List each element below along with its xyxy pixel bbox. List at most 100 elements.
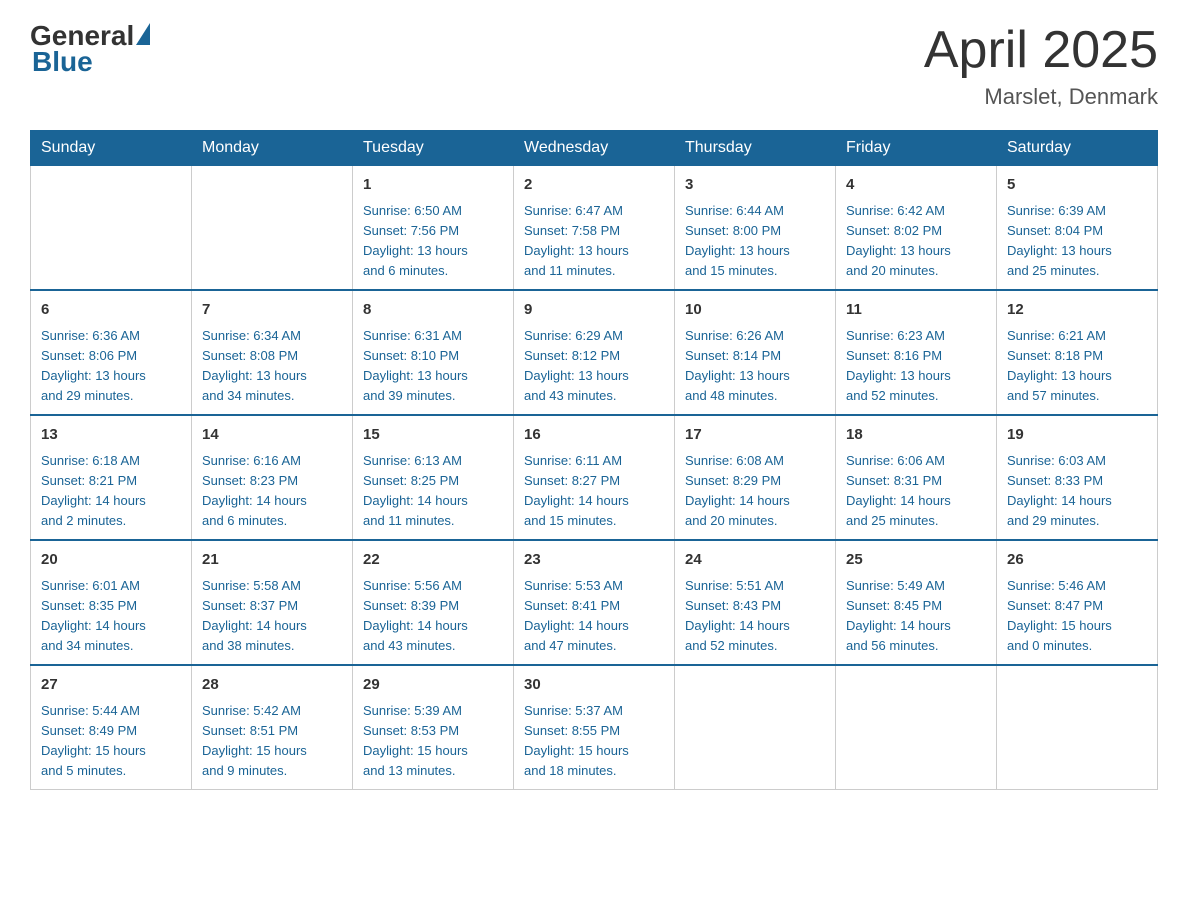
day-number: 11 [846,299,986,322]
calendar-cell: 25 Sunrise: 5:49 AM Sunset: 8:45 PM Dayli… [836,540,997,665]
day-info: Sunrise: 6:18 AM Sunset: 8:21 PM Dayligh… [41,451,181,532]
calendar-cell: 6 Sunrise: 6:36 AM Sunset: 8:06 PM Daylig… [31,290,192,415]
day-number: 3 [685,174,825,197]
day-number: 5 [1007,174,1147,197]
calendar-cell [997,665,1158,790]
calendar-cell [675,665,836,790]
calendar-cell: 1 Sunrise: 6:50 AM Sunset: 7:56 PM Daylig… [353,166,514,291]
day-info: Sunrise: 6:50 AM Sunset: 7:56 PM Dayligh… [363,201,503,282]
day-number: 8 [363,299,503,322]
day-info: Sunrise: 6:06 AM Sunset: 8:31 PM Dayligh… [846,451,986,532]
day-info: Sunrise: 6:31 AM Sunset: 8:10 PM Dayligh… [363,326,503,407]
calendar-cell: 3 Sunrise: 6:44 AM Sunset: 8:00 PM Daylig… [675,166,836,291]
calendar-cell: 17 Sunrise: 6:08 AM Sunset: 8:29 PM Dayli… [675,415,836,540]
calendar-cell: 19 Sunrise: 6:03 AM Sunset: 8:33 PM Dayli… [997,415,1158,540]
weekday-header-tuesday: Tuesday [353,131,514,166]
day-info: Sunrise: 6:42 AM Sunset: 8:02 PM Dayligh… [846,201,986,282]
calendar-cell [192,166,353,291]
page-header: General Blue April 2025 Marslet, Denmark [30,20,1158,110]
title-area: April 2025 Marslet, Denmark [924,20,1158,110]
calendar-table: SundayMondayTuesdayWednesdayThursdayFrid… [30,130,1158,790]
day-number: 10 [685,299,825,322]
day-info: Sunrise: 6:34 AM Sunset: 8:08 PM Dayligh… [202,326,342,407]
day-info: Sunrise: 6:29 AM Sunset: 8:12 PM Dayligh… [524,326,664,407]
day-number: 30 [524,674,664,697]
day-info: Sunrise: 6:23 AM Sunset: 8:16 PM Dayligh… [846,326,986,407]
month-title: April 2025 [924,20,1158,80]
logo-blue-text: Blue [32,46,93,78]
calendar-cell: 12Sunrise: 6:21 AM Sunset: 8:18 PM Dayli… [997,290,1158,415]
calendar-cell: 22 Sunrise: 5:56 AM Sunset: 8:39 PM Dayli… [353,540,514,665]
weekday-header-saturday: Saturday [997,131,1158,166]
day-info: Sunrise: 5:42 AM Sunset: 8:51 PM Dayligh… [202,701,342,782]
day-number: 29 [363,674,503,697]
day-number: 4 [846,174,986,197]
calendar-cell: 5Sunrise: 6:39 AM Sunset: 8:04 PM Daylig… [997,166,1158,291]
calendar-cell: 21 Sunrise: 5:58 AM Sunset: 8:37 PM Dayli… [192,540,353,665]
day-number: 25 [846,549,986,572]
calendar-cell: 29 Sunrise: 5:39 AM Sunset: 8:53 PM Dayli… [353,665,514,790]
day-info: Sunrise: 6:03 AM Sunset: 8:33 PM Dayligh… [1007,451,1147,532]
day-info: Sunrise: 5:44 AM Sunset: 8:49 PM Dayligh… [41,701,181,782]
calendar-cell: 27 Sunrise: 5:44 AM Sunset: 8:49 PM Dayli… [31,665,192,790]
calendar-cell: 7 Sunrise: 6:34 AM Sunset: 8:08 PM Daylig… [192,290,353,415]
day-info: Sunrise: 5:58 AM Sunset: 8:37 PM Dayligh… [202,576,342,657]
calendar-cell: 16Sunrise: 6:11 AM Sunset: 8:27 PM Dayli… [514,415,675,540]
calendar-cell: 14 Sunrise: 6:16 AM Sunset: 8:23 PM Dayli… [192,415,353,540]
day-number: 19 [1007,424,1147,447]
logo: General Blue [30,20,150,78]
day-number: 14 [202,424,342,447]
day-number: 13 [41,424,181,447]
calendar-cell: 9Sunrise: 6:29 AM Sunset: 8:12 PM Daylig… [514,290,675,415]
day-number: 28 [202,674,342,697]
day-number: 27 [41,674,181,697]
day-info: Sunrise: 6:11 AM Sunset: 8:27 PM Dayligh… [524,451,664,532]
weekday-header-sunday: Sunday [31,131,192,166]
calendar-cell: 10 Sunrise: 6:26 AM Sunset: 8:14 PM Dayli… [675,290,836,415]
calendar-cell: 18 Sunrise: 6:06 AM Sunset: 8:31 PM Dayli… [836,415,997,540]
day-info: Sunrise: 6:44 AM Sunset: 8:00 PM Dayligh… [685,201,825,282]
day-info: Sunrise: 6:36 AM Sunset: 8:06 PM Dayligh… [41,326,181,407]
day-info: Sunrise: 5:51 AM Sunset: 8:43 PM Dayligh… [685,576,825,657]
logo-triangle-icon [136,23,150,45]
day-info: Sunrise: 5:49 AM Sunset: 8:45 PM Dayligh… [846,576,986,657]
calendar-cell: 4 Sunrise: 6:42 AM Sunset: 8:02 PM Daylig… [836,166,997,291]
calendar-cell: 20 Sunrise: 6:01 AM Sunset: 8:35 PM Dayli… [31,540,192,665]
calendar-cell: 15 Sunrise: 6:13 AM Sunset: 8:25 PM Dayli… [353,415,514,540]
day-number: 12 [1007,299,1147,322]
day-number: 6 [41,299,181,322]
day-number: 20 [41,549,181,572]
calendar-cell: 8 Sunrise: 6:31 AM Sunset: 8:10 PM Daylig… [353,290,514,415]
day-number: 1 [363,174,503,197]
calendar-cell [836,665,997,790]
day-number: 2 [524,174,664,197]
weekday-header-row: SundayMondayTuesdayWednesdayThursdayFrid… [31,131,1158,166]
calendar-cell: 2 Sunrise: 6:47 AM Sunset: 7:58 PM Daylig… [514,166,675,291]
day-number: 24 [685,549,825,572]
day-number: 23 [524,549,664,572]
day-info: Sunrise: 6:16 AM Sunset: 8:23 PM Dayligh… [202,451,342,532]
calendar-cell [31,166,192,291]
location-title: Marslet, Denmark [924,84,1158,110]
day-number: 15 [363,424,503,447]
day-number: 18 [846,424,986,447]
day-info: Sunrise: 5:39 AM Sunset: 8:53 PM Dayligh… [363,701,503,782]
calendar-cell: 11 Sunrise: 6:23 AM Sunset: 8:16 PM Dayli… [836,290,997,415]
day-number: 26 [1007,549,1147,572]
day-number: 21 [202,549,342,572]
day-info: Sunrise: 6:13 AM Sunset: 8:25 PM Dayligh… [363,451,503,532]
day-number: 22 [363,549,503,572]
day-number: 17 [685,424,825,447]
day-info: Sunrise: 6:01 AM Sunset: 8:35 PM Dayligh… [41,576,181,657]
weekday-header-wednesday: Wednesday [514,131,675,166]
calendar-cell: 24 Sunrise: 5:51 AM Sunset: 8:43 PM Dayli… [675,540,836,665]
day-info: Sunrise: 6:08 AM Sunset: 8:29 PM Dayligh… [685,451,825,532]
day-info: Sunrise: 6:47 AM Sunset: 7:58 PM Dayligh… [524,201,664,282]
day-info: Sunrise: 5:56 AM Sunset: 8:39 PM Dayligh… [363,576,503,657]
day-info: Sunrise: 6:26 AM Sunset: 8:14 PM Dayligh… [685,326,825,407]
day-number: 7 [202,299,342,322]
weekday-header-friday: Friday [836,131,997,166]
calendar-cell: 23Sunrise: 5:53 AM Sunset: 8:41 PM Dayli… [514,540,675,665]
weekday-header-thursday: Thursday [675,131,836,166]
calendar-cell: 30Sunrise: 5:37 AM Sunset: 8:55 PM Dayli… [514,665,675,790]
